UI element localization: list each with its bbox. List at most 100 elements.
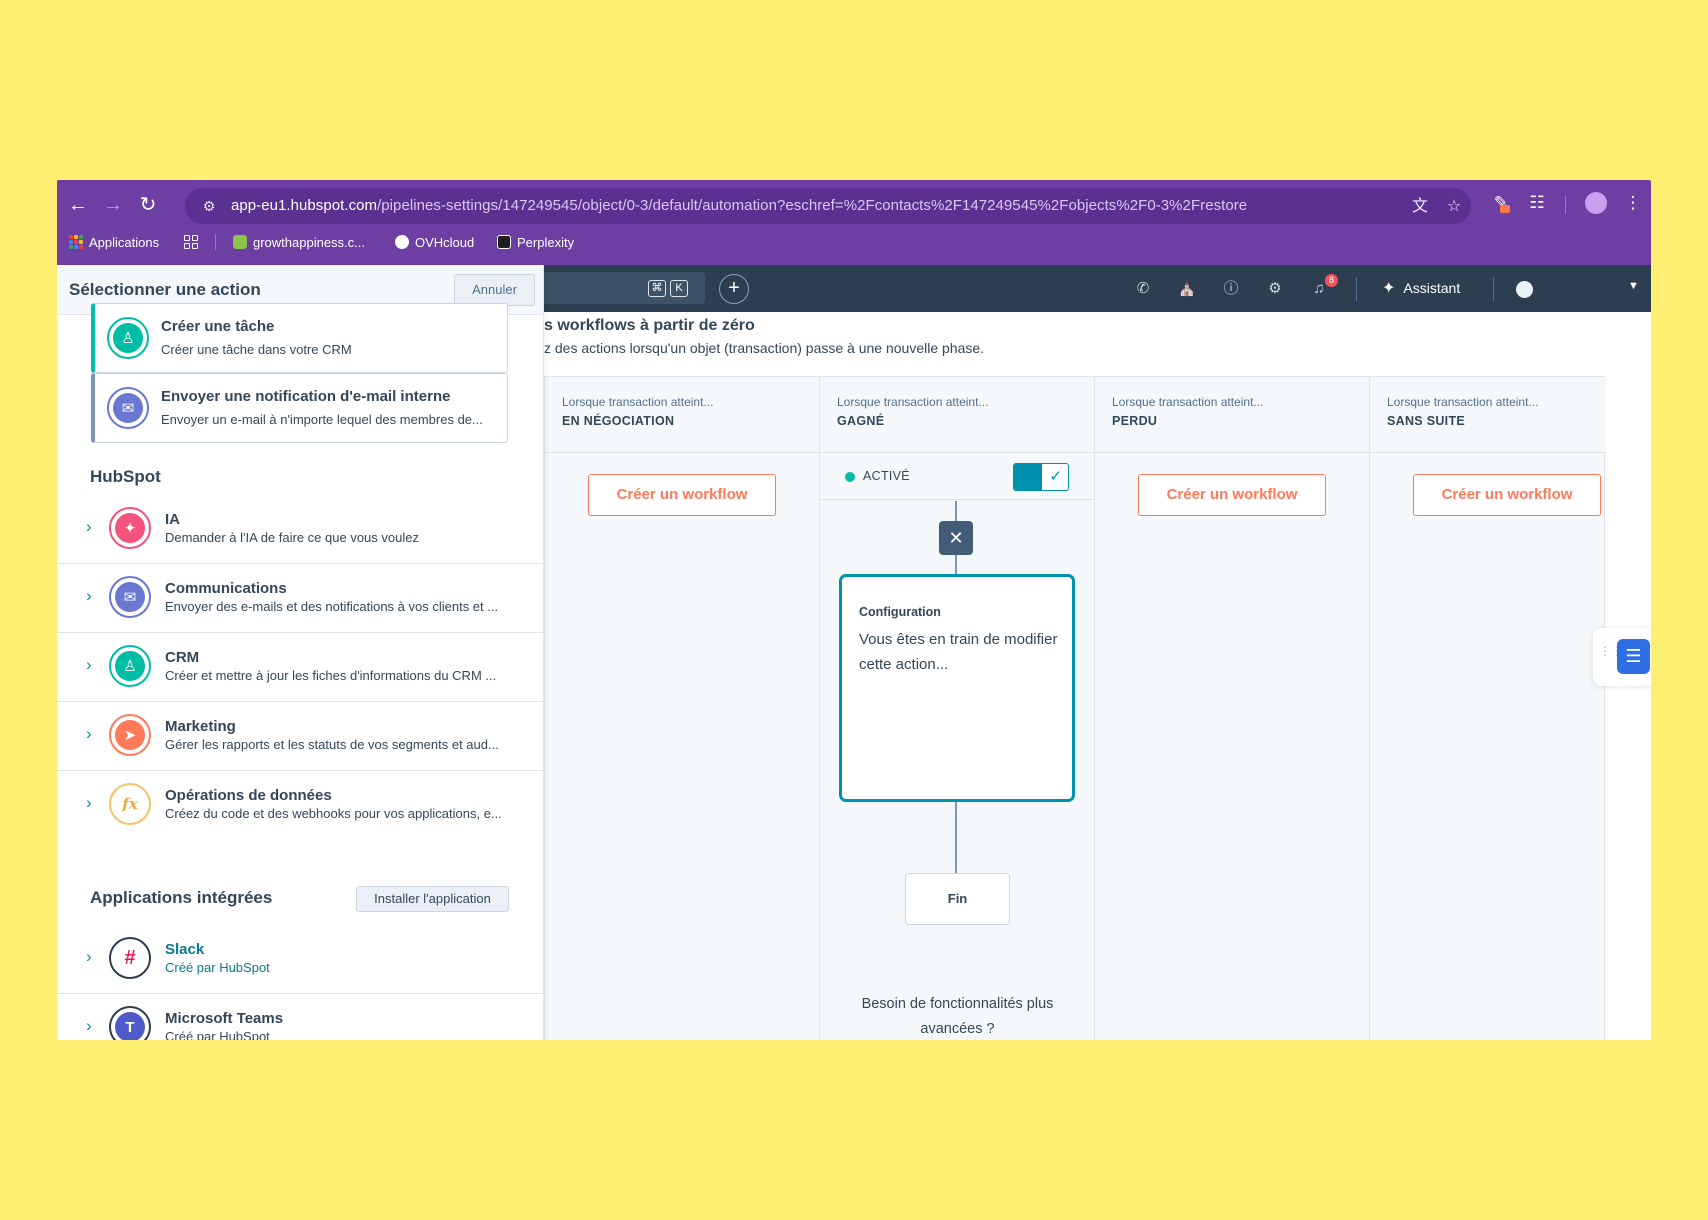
action-card-title: Créer une tâche — [161, 318, 275, 335]
chevron-right-icon: › — [86, 793, 92, 812]
k-key: K — [670, 280, 688, 297]
config-card-title: Configuration — [859, 605, 941, 619]
category-description: Gérer les rapports et les statuts de vos… — [165, 737, 499, 752]
email-icon: ✉ — [109, 576, 151, 618]
assistant-button[interactable]: ✦ Assistant — [1382, 278, 1460, 298]
perplexity-favicon — [497, 235, 511, 249]
column-stage: GAGNÉ — [837, 414, 885, 428]
category-title: CRM — [165, 649, 200, 666]
assistant-label: Assistant — [1403, 280, 1461, 296]
create-workflow-button[interactable]: Créer un workflow — [1138, 474, 1326, 516]
panel-title: Sélectionner une action — [69, 280, 261, 299]
category-title: Communications — [165, 580, 287, 597]
status-dot — [845, 472, 855, 482]
action-card-internal-email[interactable]: ✉ Envoyer une notification d'e-mail inte… — [91, 373, 508, 443]
close-icon[interactable]: ✕ — [939, 521, 973, 555]
ai-sparkle-icon: ✦ — [109, 507, 151, 549]
chevron-right-icon: › — [86, 724, 92, 743]
category-crm[interactable]: › ♙ CRM Créer et mettre à jour les fiche… — [57, 633, 543, 702]
chevron-right-icon: › — [86, 655, 92, 674]
puzzle-extensions-icon[interactable]: ☷ — [1525, 191, 1549, 215]
settings-gear-icon[interactable]: ⚙ — [1264, 278, 1286, 300]
stage-column-no-follow-up: Lorsque transaction atteint... SANS SUIT… — [1370, 377, 1606, 1040]
megaphone-icon: ➤ — [109, 714, 151, 756]
url-text[interactable]: app-eu1.hubspot.com/pipelines-settings/1… — [231, 197, 1247, 214]
back-arrow-icon[interactable]: ← — [65, 192, 91, 218]
check-icon: ✓ — [1049, 468, 1062, 485]
column-trigger: Lorsque transaction atteint... — [1112, 395, 1264, 409]
column-trigger: Lorsque transaction atteint... — [837, 395, 989, 409]
growthappiness-favicon — [233, 235, 247, 249]
help-icon[interactable]: ⓘ — [1220, 278, 1242, 300]
command-key: ⌘ — [648, 280, 666, 297]
translate-icon[interactable]: 文 — [1409, 196, 1431, 218]
connector-line — [955, 555, 957, 574]
bookmarks-bar: Applications growthappiness.c... OVHclou… — [57, 228, 1651, 256]
category-marketing[interactable]: › ➤ Marketing Gérer les rapports et les … — [57, 702, 543, 771]
chevron-right-icon: › — [86, 517, 92, 536]
marketplace-icon[interactable]: ⛪ — [1176, 278, 1198, 300]
kebab-menu-icon[interactable]: ⋮ — [1621, 191, 1645, 215]
column-header: Lorsque transaction atteint... GAGNÉ — [820, 377, 1094, 453]
email-icon: ✉ — [107, 387, 149, 429]
integration-title: Microsoft Teams — [165, 1010, 284, 1027]
action-config-card[interactable]: Configuration Vous êtes en train de modi… — [839, 574, 1075, 802]
integration-slack[interactable]: › # Slack Créé par HubSpot — [57, 925, 543, 994]
workflow-status-row: ACTIVÉ ✓ — [820, 454, 1094, 500]
category-title: Opérations de données — [165, 787, 332, 804]
browser-window: ← → ↻ ⚙ app-eu1.hubspot.com/pipelines-se… — [57, 180, 1651, 1040]
bookmark-perplexity[interactable]: Perplexity — [497, 232, 574, 252]
workflow-end-node: Fin — [905, 873, 1010, 925]
page-subtitle: z des actions lorsqu'un objet (transacti… — [544, 340, 985, 356]
chevron-right-icon: › — [86, 947, 92, 966]
create-workflow-button[interactable]: Créer un workflow — [588, 474, 776, 516]
bookmark-ovhcloud[interactable]: OVHcloud — [395, 232, 474, 252]
stage-column-lost: Lorsque transaction atteint... PERDU Cré… — [1095, 377, 1370, 1040]
category-communications[interactable]: › ✉ Communications Envoyer des e-mails e… — [57, 564, 543, 633]
install-app-button[interactable]: Installer l'application — [356, 886, 509, 912]
phone-icon[interactable]: ✆ — [1132, 278, 1154, 300]
widget-app-icon[interactable]: ☰ — [1617, 639, 1650, 674]
category-description: Demander à l'IA de faire ce que vous vou… — [165, 530, 419, 545]
global-search[interactable]: ⌘ K — [537, 272, 705, 304]
integration-title: Slack — [165, 941, 205, 958]
category-description: Créez du code et des webhooks pour vos a… — [165, 806, 502, 821]
action-card-description: Créer une tâche dans votre CRM — [161, 342, 352, 357]
integration-description: Créé par HubSpot — [165, 960, 270, 975]
category-data-operations[interactable]: › fx Opérations de données Créez du code… — [57, 771, 543, 840]
category-ia[interactable]: › ✦ IA Demander à l'IA de faire ce que v… — [57, 495, 543, 564]
bookmark-star-icon[interactable]: ☆ — [1443, 196, 1465, 218]
action-card-description: Envoyer un e-mail à n'importe lequel des… — [161, 412, 483, 427]
profile-avatar[interactable] — [1585, 192, 1607, 214]
chevron-right-icon: › — [86, 586, 92, 605]
integration-description: Créé par HubSpot — [165, 1029, 270, 1040]
bookmark-growthappiness[interactable]: growthappiness.c... — [233, 232, 365, 252]
bookmarks-divider — [215, 234, 216, 250]
column-header: Lorsque transaction atteint... PERDU — [1095, 377, 1369, 453]
stage-column-won: Lorsque transaction atteint... GAGNÉ ACT… — [820, 377, 1095, 1040]
address-bar[interactable]: ⚙ app-eu1.hubspot.com/pipelines-settings… — [185, 188, 1471, 224]
integration-microsoft-teams[interactable]: › T Microsoft Teams Créé par HubSpot — [57, 994, 543, 1040]
bookmark-applications[interactable]: Applications — [69, 232, 159, 252]
teams-icon: T — [109, 1006, 151, 1040]
category-description: Envoyer des e-mails et des notifications… — [165, 599, 499, 614]
select-action-panel: Sélectionner une action Annuler ♙ Créer … — [57, 265, 544, 1040]
workflow-toggle[interactable]: ✓ — [1013, 463, 1069, 491]
site-settings-icon[interactable]: ⚙ — [199, 196, 219, 216]
reload-icon[interactable]: ↻ — [135, 192, 161, 218]
bookmark-grid[interactable] — [184, 232, 198, 252]
action-card-create-task[interactable]: ♙ Créer une tâche Créer une tâche dans v… — [91, 303, 508, 373]
drag-handle-icon[interactable]: ⋮⋮ — [1599, 645, 1623, 657]
floating-widget[interactable]: ⋮⋮ ☰ — [1593, 628, 1651, 686]
apps-grid-icon — [69, 235, 83, 249]
page-title: s workflows à partir de zéro — [544, 317, 755, 334]
sparkle-icon: ✦ — [1382, 280, 1396, 297]
create-workflow-button[interactable]: Créer un workflow — [1413, 474, 1601, 516]
nav-divider — [1493, 277, 1494, 301]
forward-arrow-icon[interactable]: → — [100, 192, 126, 218]
user-avatar[interactable] — [1516, 281, 1533, 298]
create-plus-button[interactable]: + — [719, 274, 749, 304]
cancel-button[interactable]: Annuler — [454, 274, 535, 306]
action-card-title: Envoyer une notification d'e-mail intern… — [161, 388, 451, 405]
account-dropdown-caret-icon[interactable]: ▼ — [1628, 280, 1639, 292]
